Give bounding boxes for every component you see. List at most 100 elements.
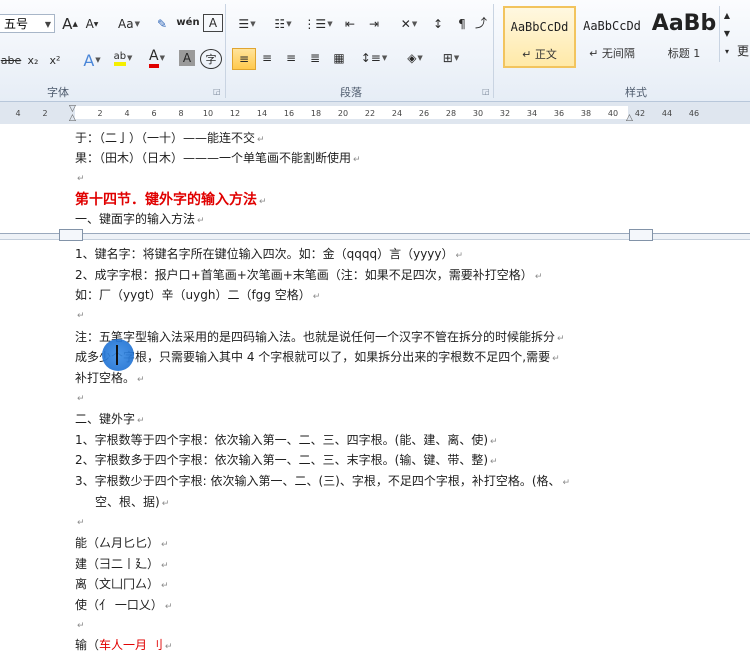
paragraph-mark-icon: ↵: [161, 581, 169, 591]
paragraph-mark-icon: ↵: [455, 251, 464, 261]
ruler-tick-label: 10: [202, 109, 214, 118]
line-text: 1、字根数等于四个字根：依次输入第一、二、三、四字根。(能、建、离、使): [75, 433, 489, 447]
split-handle-right[interactable]: [629, 229, 653, 241]
paragraph-line[interactable]: 建（彐二丨廴） ↵: [75, 555, 169, 572]
superscript-button[interactable]: x²: [46, 50, 64, 70]
paragraph-line[interactable]: 补打空格。 ↵: [75, 369, 145, 386]
line-text: 于：（二亅）（一十）——能连不交: [75, 131, 256, 145]
change-case-button[interactable]: Aa ▼: [115, 14, 143, 34]
paragraph-line[interactable]: 成多少个字根，只需要输入其中 4 个字根就可以了，如果拆分出来的字根数不足四个,…: [75, 348, 560, 365]
pinyin-guide-button[interactable]: wén: [176, 12, 200, 32]
align-left-button[interactable]: ≡: [232, 48, 256, 70]
horizontal-ruler[interactable]: 4 2 2 4 6 8 10 12 14 16 18 20 22 24 26 28 30 32 34 36 38 40 42…: [0, 102, 750, 125]
text-effect-label: A: [83, 50, 95, 70]
line-spacing-button[interactable]: ↕≡ ▼: [360, 48, 388, 68]
paragraph-line[interactable]: 使（亻 一口乂） ↵: [75, 596, 172, 613]
right-indent-marker[interactable]: △: [626, 113, 636, 123]
paragraph-mark-icon: ↵: [353, 155, 361, 165]
clear-format-button[interactable]: ✎: [152, 14, 172, 34]
paragraph-line[interactable]: 空、根、据) ↵: [95, 493, 169, 510]
split-handle-left[interactable]: [59, 229, 83, 241]
paragraph-line[interactable]: 能（厶月匕匕） ↵: [75, 534, 169, 551]
font-size-combo[interactable]: 五号 ▼: [0, 14, 55, 33]
sort-button[interactable]: ↕: [428, 14, 448, 34]
character-shading-button[interactable]: A: [179, 50, 195, 66]
paragraph-line[interactable]: 2、字根数多于四个字根：依次输入第一、二、三、末字根。(输、键、带、整) ↵: [75, 451, 498, 468]
numbered-list-icon: ☷: [274, 17, 286, 31]
show-marks-button[interactable]: ¶: [452, 14, 472, 34]
justify-button[interactable]: ≣: [305, 48, 325, 68]
text-effect-button[interactable]: A ▼: [78, 50, 106, 70]
line-spacing-icon: ↕≡: [360, 51, 381, 65]
character-border-button[interactable]: A: [203, 14, 223, 32]
paragraph-line[interactable]: 输（车人一月 刂 ↵: [75, 636, 172, 653]
subscript-button[interactable]: x₂: [24, 50, 42, 70]
line-text: 第十四节．键外字的输入方法: [75, 192, 257, 208]
paragraph-line[interactable]: ↵: [75, 390, 85, 404]
shading-button[interactable]: ◈ ▼: [400, 48, 430, 68]
styles-scroll[interactable]: ▲ ▼ ▾: [719, 6, 734, 62]
dialog-launcher-icon[interactable]: ◲: [213, 87, 221, 96]
highlight-label: ab: [113, 51, 127, 66]
paragraph-line[interactable]: 3、字根数少于四个字根: 依次输入第一、二、(三)、字根，不足四个字根，补打空格…: [75, 472, 570, 489]
align-right-button[interactable]: ≡: [281, 48, 301, 68]
paragraph-line[interactable]: ↵: [75, 514, 85, 528]
paragraph-line[interactable]: 离（文凵冂厶） ↵: [75, 575, 169, 592]
font-size-value: 五号: [4, 17, 29, 31]
dialog-launcher-icon[interactable]: ◲: [482, 87, 490, 96]
chevron-down-icon: ▼: [95, 56, 101, 64]
paragraph-line[interactable]: 果：（田木）（日木）———一个单笔画不能割断使用 ↵: [75, 149, 361, 166]
align-center-button[interactable]: ≡: [257, 48, 277, 68]
ruler-tick-label: 44: [661, 109, 673, 118]
paragraph-line[interactable]: 1、字根数等于四个字根：依次输入第一、二、三、四字根。(能、建、离、使) ↵: [75, 431, 498, 448]
paragraph-mark-icon: ↵: [77, 621, 85, 631]
ruler-tick-label: 42: [634, 109, 646, 118]
increase-indent-button[interactable]: ⇥: [364, 14, 384, 34]
paragraph-line[interactable]: ↵: [75, 617, 85, 631]
decrease-indent-button[interactable]: ⇤: [340, 14, 360, 34]
paragraph-line[interactable]: 一、键面字的输入方法 ↵: [75, 210, 205, 227]
enclose-character-button[interactable]: 字: [200, 49, 222, 69]
paragraph-mark-icon: ↵: [490, 457, 498, 467]
hanging-indent-marker[interactable]: △: [69, 113, 79, 123]
multilevel-list-button[interactable]: ⋮☰ ▼: [303, 14, 333, 34]
bullets-button[interactable]: ☰ ▼: [232, 14, 262, 34]
line-text: 二、键外字: [75, 412, 136, 426]
paragraph-line[interactable]: 2、成字字根：报户口+首笔画+次笔画+末笔画（注：如果不足四次，需要补打空格） ↵: [75, 266, 542, 283]
ruler-tick-label: 14: [256, 109, 268, 118]
paragraph-line[interactable]: 注：五笔字型输入法采用的是四码输入法。也就是说任何一个汉字不管在拆分的时候能拆分…: [75, 328, 565, 345]
highlight-button[interactable]: ab ▼: [108, 48, 138, 68]
paragraph-line[interactable]: 于：（二亅）（一十）——能连不交 ↵: [75, 129, 265, 146]
superscript-label: x²: [49, 53, 61, 67]
section-heading[interactable]: 第十四节．键外字的输入方法 ↵: [75, 189, 267, 209]
numbering-button[interactable]: ☷ ▼: [268, 14, 298, 34]
style-preview: AaBb: [651, 11, 717, 36]
strikethrough-button[interactable]: abe: [0, 50, 22, 70]
style-preview: AaBbCcDd: [583, 19, 641, 33]
chinese-layout-button[interactable]: ✕ ▼: [394, 14, 424, 34]
change-styles-button[interactable]: 更: [736, 40, 750, 60]
paragraph-line[interactable]: 1、键名字：将键名字所在键位输入四次。如：金（qqqq）言（yyyy） ↵: [75, 245, 463, 262]
first-line-indent-marker[interactable]: ▽: [69, 104, 79, 114]
ruler-tick-label: 12: [229, 109, 241, 118]
ruler-tick-label: 38: [580, 109, 592, 118]
style-no-spacing[interactable]: AaBbCcDd ↵ 无间隔: [576, 6, 648, 66]
ruler-tick-label: 36: [553, 109, 565, 118]
document-page[interactable]: 于：（二亅）（一十）——能连不交 ↵ 果：（田木）（日木）———一个单笔画不能割断使…: [0, 124, 750, 652]
distributed-button[interactable]: ▦: [329, 48, 349, 68]
style-heading-1[interactable]: AaBb 标题 1: [650, 6, 718, 66]
paragraph-line[interactable]: 如：厂（yygt）辛（uygh）二（fgg 空格） ↵: [75, 286, 320, 303]
font-color-button[interactable]: A ▼: [142, 48, 172, 68]
paragraph-line[interactable]: ↵: [75, 307, 85, 321]
paragraph-line[interactable]: ↵: [75, 170, 85, 184]
borders-button[interactable]: ⊞ ▼: [436, 48, 466, 68]
align-center-icon: ≡: [261, 51, 273, 65]
grow-font-button[interactable]: A ▲: [60, 14, 80, 34]
paragraph-line[interactable]: 二、键外字 ↵: [75, 410, 145, 427]
shrink-font-button[interactable]: A ▼: [82, 14, 102, 34]
style-normal[interactable]: AaBbCcDd ↵ 正文: [503, 6, 576, 68]
chevron-down-icon: ▼: [417, 54, 423, 62]
paragraph-mark-icon: ↵: [552, 354, 560, 364]
paragraph-extra-icon[interactable]: ⤴: [474, 12, 488, 32]
line-text: 一、键面字的输入方法: [75, 212, 196, 226]
